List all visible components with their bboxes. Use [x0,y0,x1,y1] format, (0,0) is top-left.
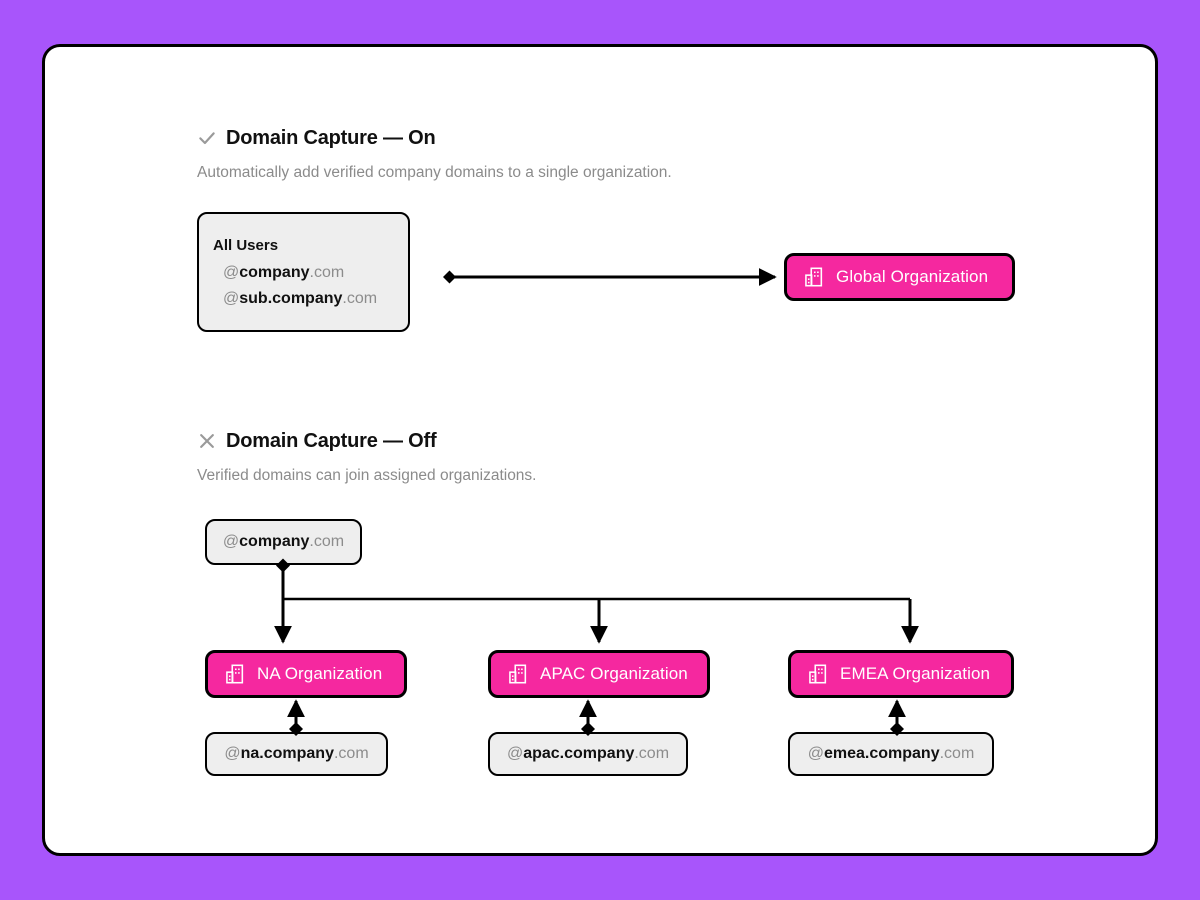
domain-tld: .com [309,263,345,281]
diagram-card: Domain Capture — On Automatically add ve… [42,44,1158,856]
domain-at: @ [223,289,240,307]
org-node-emea-organization[interactable]: EMEA Organization [788,650,1014,698]
org-label: Global Organization [836,267,989,286]
check-icon [199,132,215,145]
all-users-domain-box: All Users @company.com @sub.company.com [197,212,410,332]
domain-tld: .com [333,745,369,762]
domain-entry: @sub.company.com [213,290,377,308]
root-domain-box: @company.com [205,519,362,565]
domain-tld: .com [939,745,975,762]
edge-allusers-to-global [443,268,777,286]
section-off-header: Domain Capture — Off [197,428,537,454]
domain-entry: @company.com [213,264,344,282]
x-icon [200,434,214,448]
section-domain-capture-on: Domain Capture — On Automatically add ve… [197,125,672,182]
section-on-subtitle: Automatically add verified company domai… [197,164,672,181]
org-label: NA Organization [257,664,383,683]
domain-name: company [239,263,310,281]
domain-at: @ [807,745,824,762]
domain-entry: @apac.company.com [507,745,669,763]
domain-at: @ [223,263,240,281]
domain-tld: .com [342,289,378,307]
organization-icon [809,664,827,684]
domain-at: @ [222,533,240,550]
leaf-domain-box-emea: @emea.company.com [788,732,994,776]
edge-apac-domain-to-org [579,699,597,736]
domain-at: @ [224,745,241,762]
org-node-apac-organization[interactable]: APAC Organization [488,650,710,698]
section-on-title: Domain Capture — On [226,126,436,149]
domain-name: sub.company [239,289,343,307]
organization-icon [226,664,244,684]
org-label: APAC Organization [540,664,688,683]
section-off-title: Domain Capture — Off [226,429,437,452]
section-domain-capture-off: Domain Capture — Off Verified domains ca… [197,428,537,485]
organization-icon [509,664,527,684]
domain-name: company [239,533,310,550]
edge-emea-domain-to-org [888,699,906,736]
domain-entry: @na.company.com [224,745,368,763]
organization-icon [805,267,823,287]
edge-root-to-na [274,558,292,644]
org-label: EMEA Organization [840,664,991,683]
domain-at: @ [506,745,524,762]
domain-tld: .com [634,745,670,762]
domain-tld: .com [309,533,345,550]
edge-na-domain-to-org [287,699,305,736]
all-users-heading: All Users [213,236,279,254]
org-node-global-organization[interactable]: Global Organization [784,253,1015,301]
leaf-domain-box-apac: @apac.company.com [488,732,688,776]
domain-name: apac.company [523,745,635,762]
leaf-domain-box-na: @na.company.com [205,732,388,776]
domain-entry: @emea.company.com [808,745,975,763]
section-off-subtitle: Verified domains can join assigned organ… [197,467,537,484]
org-node-na-organization[interactable]: NA Organization [205,650,407,698]
domain-entry: @company.com [223,533,344,551]
domain-name: emea.company [823,745,940,762]
domain-name: na.company [240,745,334,762]
section-on-header: Domain Capture — On [197,125,672,151]
